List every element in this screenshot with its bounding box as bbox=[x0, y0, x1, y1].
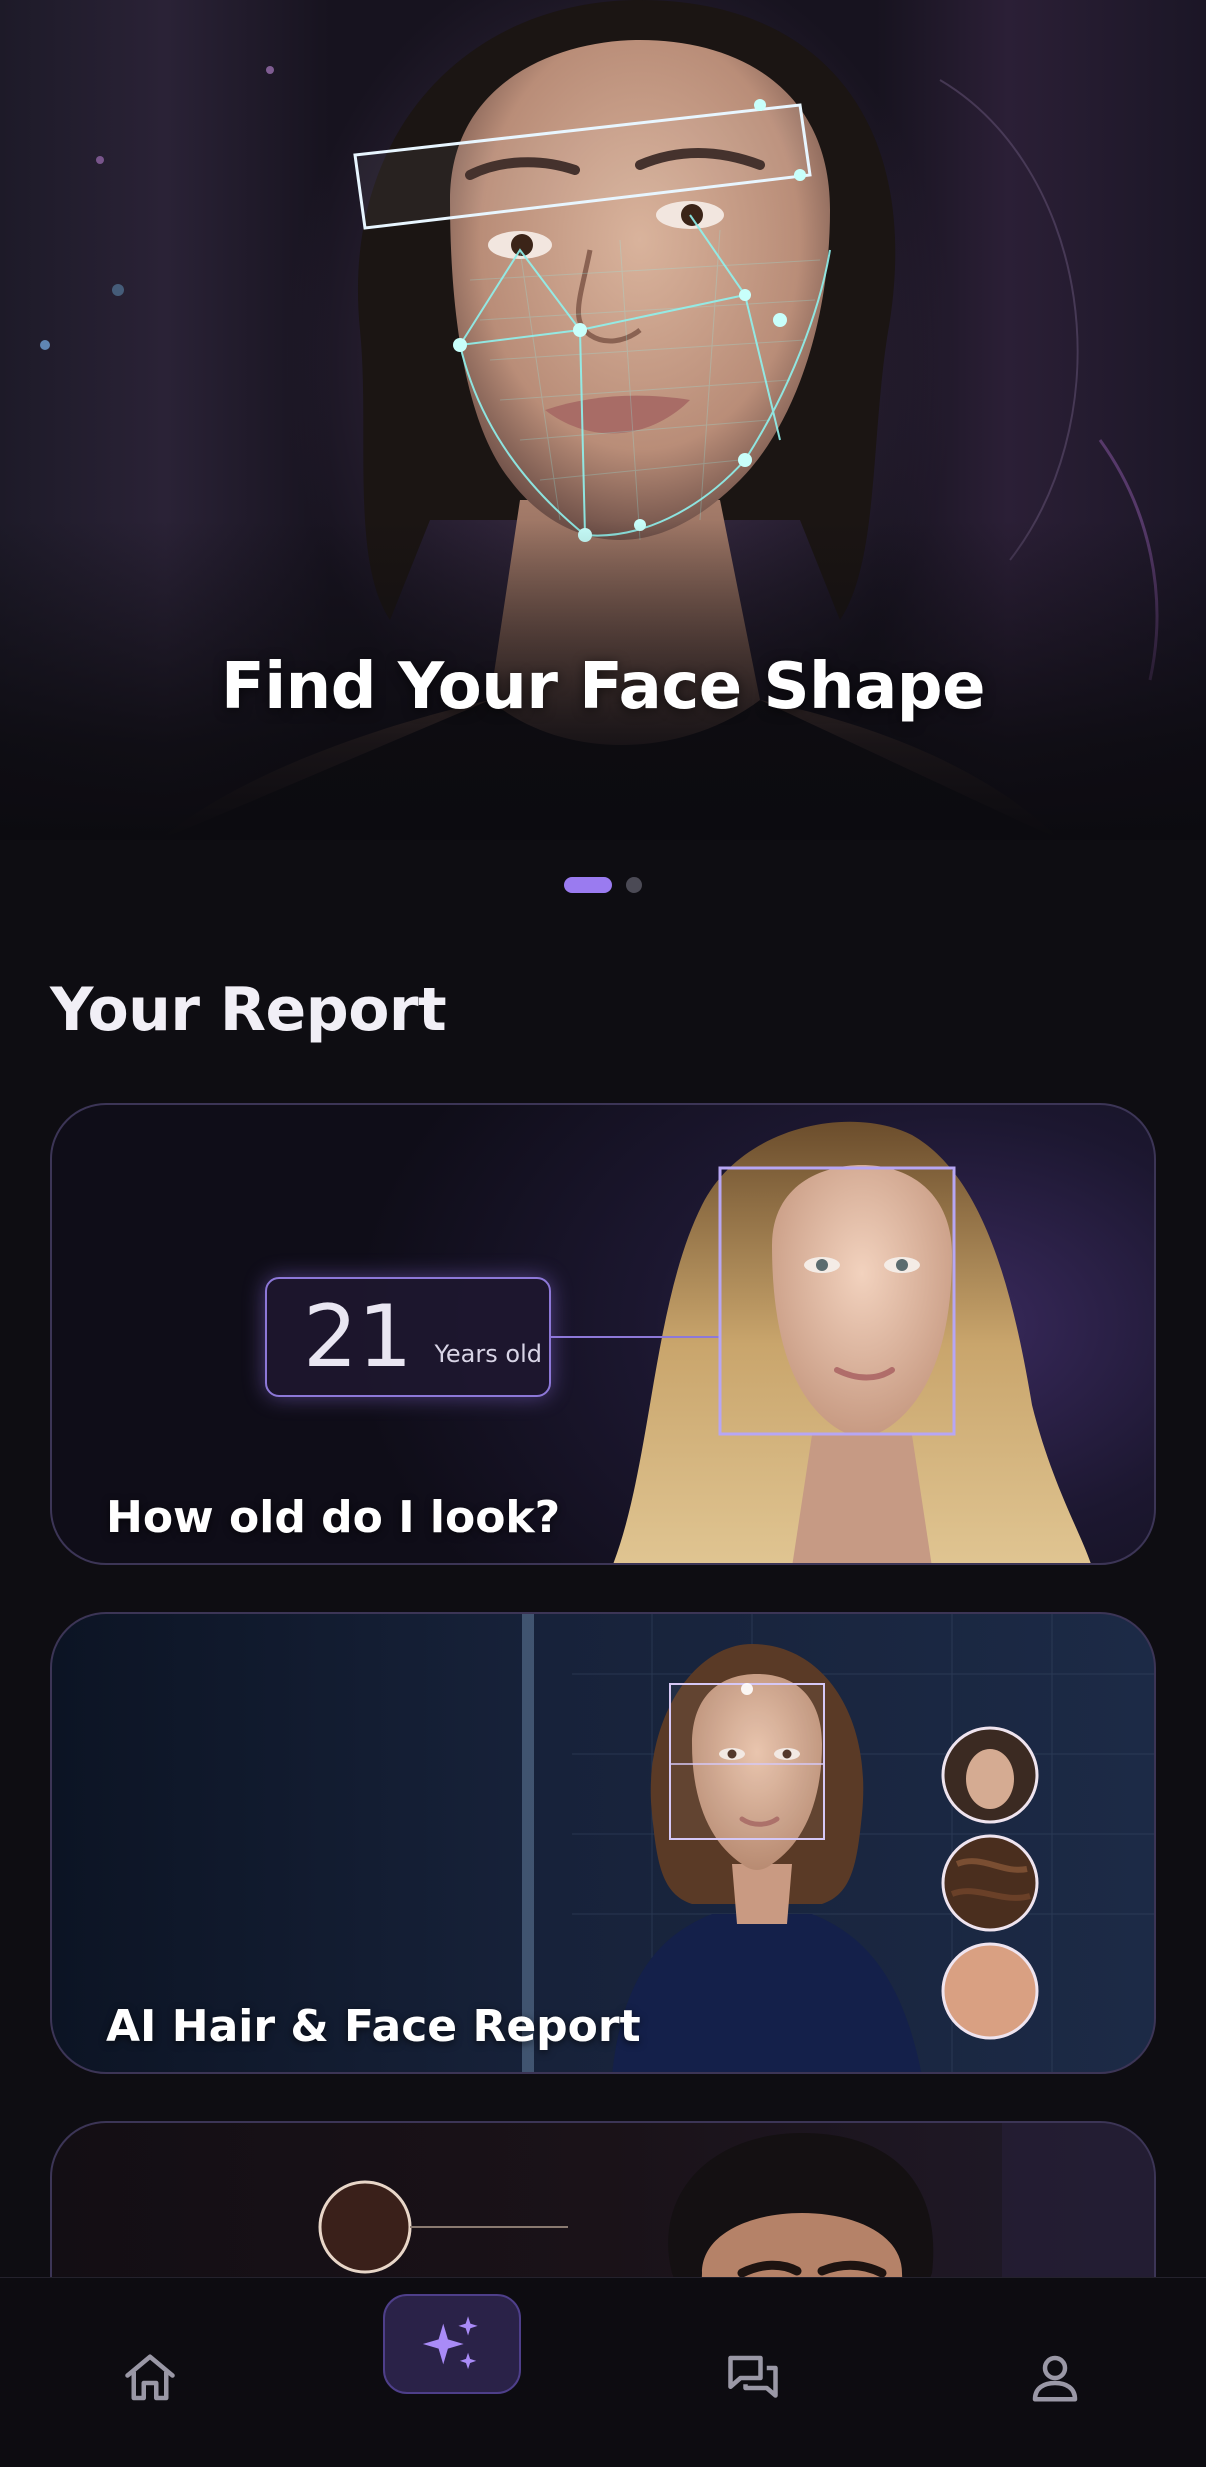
report-card-hair-face[interactable]: AI Hair & Face Report bbox=[50, 1612, 1156, 2074]
age-unit-label: Years old bbox=[434, 1340, 542, 1368]
chat-icon bbox=[728, 2355, 778, 2398]
nav-chat-button[interactable] bbox=[693, 2318, 813, 2438]
profile-icon bbox=[1032, 2355, 1078, 2402]
card-title: How old do I look? bbox=[106, 1492, 561, 1543]
nav-home-button[interactable] bbox=[90, 2318, 210, 2438]
pagination-dot-active[interactable] bbox=[564, 877, 612, 893]
section-title: Your Report bbox=[50, 975, 447, 1045]
nav-profile-button[interactable] bbox=[995, 2318, 1115, 2438]
app-screen: Find Your Face Shape Your Report 21 Year… bbox=[0, 0, 1206, 2467]
bottom-nav-bar bbox=[0, 2277, 1206, 2467]
hero-banner[interactable]: Find Your Face Shape bbox=[0, 0, 1206, 840]
home-icon bbox=[125, 2354, 175, 2401]
hero-title: Find Your Face Shape bbox=[221, 650, 986, 724]
nav-ai-report-button[interactable] bbox=[383, 2294, 521, 2394]
age-estimate-box: 21 Years old bbox=[265, 1277, 551, 1397]
carousel-pagination bbox=[0, 876, 1206, 894]
age-value: 21 bbox=[303, 1287, 413, 1387]
card-title: AI Hair & Face Report bbox=[106, 2001, 641, 2052]
report-card-age[interactable]: 21 Years old How old do I look? bbox=[50, 1103, 1156, 1565]
sparkles-icon bbox=[422, 2316, 478, 2370]
pagination-dot[interactable] bbox=[626, 877, 642, 893]
